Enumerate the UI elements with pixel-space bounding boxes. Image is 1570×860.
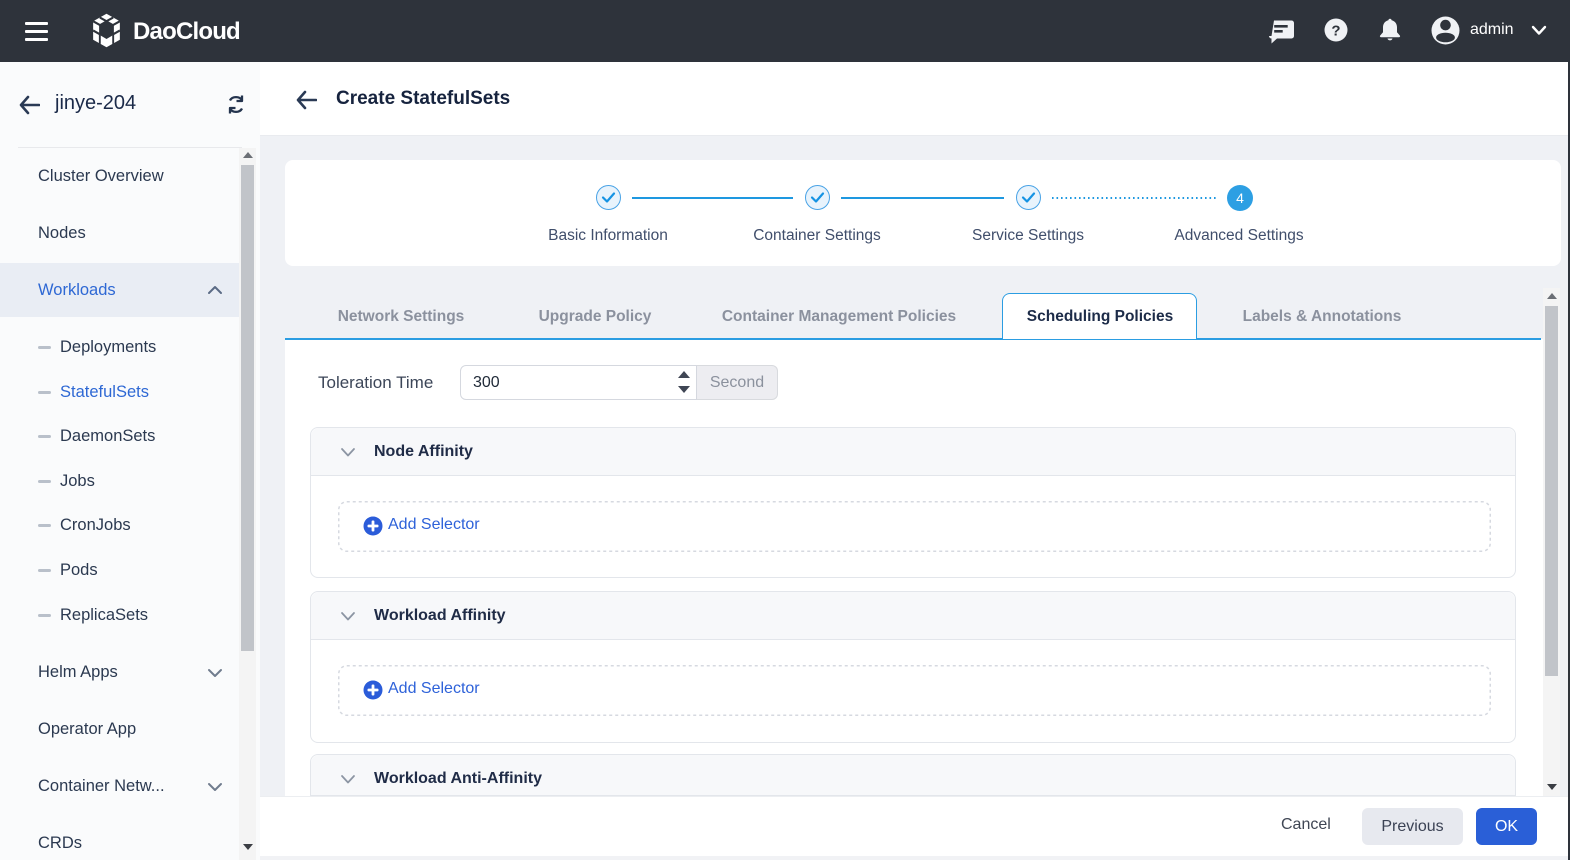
svg-text:?: ? <box>1331 23 1340 40</box>
